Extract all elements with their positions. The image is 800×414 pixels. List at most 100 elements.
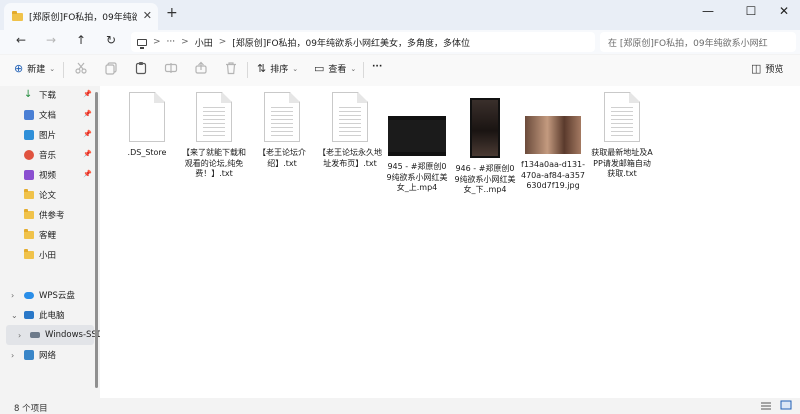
folder-icon <box>24 249 34 259</box>
sidebar-item-network[interactable]: 网络 <box>24 346 56 364</box>
text-file-icon <box>332 92 368 142</box>
chevron-right-icon[interactable]: > <box>153 37 161 47</box>
image-thumbnail <box>525 116 581 154</box>
file-item[interactable]: 获取最新地址及APP请发邮箱自动获取.txt <box>590 92 654 180</box>
pin-icon[interactable]: 📌 <box>83 90 92 98</box>
refresh-button[interactable]: ↻ <box>101 33 121 47</box>
view-button[interactable]: ▭ 查看 ⌄ <box>314 62 356 75</box>
file-item[interactable]: 【来了就能下载和观看的论坛,纯免费！】.txt <box>182 92 246 180</box>
maximize-button[interactable]: ☐ <box>736 4 766 18</box>
minimize-button[interactable]: — <box>693 4 723 18</box>
sidebar-item-drive[interactable]: Windows-SSD <box>30 326 103 344</box>
share-icon[interactable] <box>194 61 208 75</box>
file-item[interactable]: .DS_Store <box>115 92 179 159</box>
cut-icon[interactable] <box>74 61 88 75</box>
monitor-icon <box>24 311 34 319</box>
sidebar-item-folder[interactable]: 供参考 <box>24 206 65 224</box>
chevron-down-icon: ⌄ <box>49 64 56 73</box>
more-options-button[interactable]: ··· <box>372 62 382 72</box>
sidebar-item-pictures[interactable]: 图片 <box>24 126 56 144</box>
tab-close-icon[interactable]: ✕ <box>143 9 152 22</box>
sidebar-item-folder[interactable]: 论文 <box>24 186 56 204</box>
sidebar-item-wps-cloud[interactable]: WPS云盘 <box>24 286 75 304</box>
sidebar-item-downloads[interactable]: ↓ 下载 <box>24 86 56 104</box>
breadcrumb-more[interactable]: ··· <box>167 37 176 47</box>
pin-icon[interactable]: 📌 <box>83 150 92 158</box>
view-label: 查看 <box>328 65 347 75</box>
plus-icon: ⊕ <box>14 62 24 75</box>
chevron-right-icon[interactable]: › <box>11 291 14 300</box>
address-bar[interactable]: > ··· > 小田 > [郑原创]FO私拍，09年纯欲系小网红美女，多角度，多… <box>131 32 595 52</box>
item-count: 8 个项目 <box>14 404 48 414</box>
sort-button[interactable]: ⇅ 排序 ⌄ <box>257 62 298 75</box>
sidebar-item-this-pc[interactable]: 此电脑 <box>24 306 65 324</box>
sidebar-item-music[interactable]: 音乐 <box>24 146 56 164</box>
pin-icon[interactable]: 📌 <box>83 130 92 138</box>
pin-icon[interactable]: 📌 <box>83 110 92 118</box>
sidebar-item-label: 小田 <box>39 251 57 261</box>
rename-icon[interactable] <box>164 61 178 75</box>
file-item[interactable]: 【老王论坛永久地址发布页】.txt <box>318 92 382 169</box>
forward-button[interactable]: → <box>41 33 61 47</box>
file-item[interactable]: 946 - #郑原创09纯欲系小网红美女_下..mp4 <box>453 92 517 196</box>
video-thumbnail <box>470 98 500 158</box>
sidebar-scrollbar[interactable] <box>95 92 98 388</box>
sort-label: 排序 <box>270 65 289 75</box>
sidebar-item-folder[interactable]: 客鲤 <box>24 226 56 244</box>
text-file-icon <box>196 92 232 142</box>
document-icon <box>24 110 34 120</box>
preview-pane-icon: ◫ <box>751 62 762 75</box>
sidebar-item-documents[interactable]: 文档 <box>24 106 56 124</box>
sidebar-item-label: 图片 <box>39 131 57 141</box>
close-window-button[interactable]: ✕ <box>769 4 799 18</box>
copy-icon[interactable] <box>104 61 118 75</box>
text-file-icon <box>264 92 300 142</box>
folder-icon <box>24 209 34 219</box>
chevron-right-icon[interactable]: > <box>181 37 189 47</box>
sidebar-item-label: 供参考 <box>39 211 65 221</box>
file-name: 【老王论坛介绍】.txt <box>258 148 306 168</box>
file-item[interactable]: 945 - #郑原创09纯欲系小网红美女_上.mp4 <box>385 92 449 194</box>
new-label: 新建 <box>27 65 46 75</box>
view-icon: ▭ <box>314 62 325 75</box>
divider <box>363 62 364 78</box>
back-button[interactable]: ← <box>11 33 31 47</box>
chevron-right-icon[interactable]: > <box>219 37 227 47</box>
new-tab-button[interactable]: + <box>166 5 178 21</box>
preview-button[interactable]: ◫ 预览 <box>751 62 783 75</box>
breadcrumb-item[interactable]: 小田 <box>195 36 213 49</box>
sidebar-item-label: 论文 <box>39 191 57 201</box>
new-button[interactable]: ⊕ 新建 ⌄ <box>14 62 55 75</box>
file-name: 获取最新地址及APP请发邮箱自动获取.txt <box>591 148 653 178</box>
picture-icon <box>24 130 34 140</box>
sidebar-item-label: 文档 <box>39 111 57 121</box>
download-icon: ↓ <box>24 89 33 100</box>
breadcrumb-item[interactable]: [郑原创]FO私拍，09年纯欲系小网红美女，多角度，多体位 <box>232 36 470 49</box>
divider <box>247 62 248 78</box>
file-name: 【老王论坛永久地址发布页】.txt <box>318 148 382 168</box>
up-button[interactable]: ↑ <box>71 33 91 47</box>
network-icon <box>24 350 34 360</box>
delete-icon[interactable] <box>224 61 238 75</box>
computer-icon <box>137 38 147 49</box>
cloud-icon <box>24 291 34 299</box>
tab-current-folder[interactable]: [郑原创]FO私拍，09年纯欲系小 ✕ <box>4 3 158 30</box>
blank-file-icon <box>129 92 165 142</box>
chevron-right-icon[interactable]: › <box>18 331 21 340</box>
sidebar-item-folder[interactable]: 小田 <box>24 246 56 264</box>
paste-icon[interactable] <box>134 61 148 75</box>
sidebar-item-label: 下载 <box>39 91 57 101</box>
large-icons-view-icon[interactable] <box>780 400 792 410</box>
sidebar-item-videos[interactable]: 视频 <box>24 166 56 184</box>
file-name: 945 - #郑原创09纯欲系小网红美女_上.mp4 <box>386 162 448 192</box>
video-thumbnail <box>388 116 446 156</box>
pin-icon[interactable]: 📌 <box>83 170 92 178</box>
file-item[interactable]: 【老王论坛介绍】.txt <box>250 92 314 169</box>
chevron-right-icon[interactable]: › <box>11 351 14 360</box>
details-view-icon[interactable] <box>760 401 772 411</box>
file-item[interactable]: f134a0aa-d131-470a-af84-a357630d7f19.jpg <box>521 92 585 192</box>
file-name: .DS_Store <box>127 148 167 157</box>
chevron-down-icon[interactable]: ⌄ <box>11 311 18 320</box>
sidebar-item-label: 视频 <box>39 171 57 181</box>
search-input[interactable]: 在 [郑原创]FO私拍，09年纯欲系小网红 <box>600 32 796 52</box>
